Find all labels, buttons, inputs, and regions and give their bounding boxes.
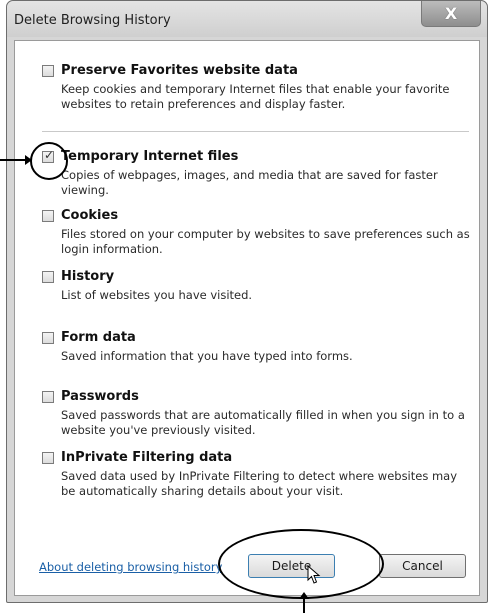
- option-preserve-favorites: Preserve Favorites website data Keep coo…: [42, 63, 471, 123]
- option-label: InPrivate Filtering data: [61, 450, 233, 465]
- option-history: History List of websites you have visite…: [42, 269, 471, 314]
- annotation-circle: [30, 142, 68, 180]
- close-icon: X: [444, 4, 458, 23]
- about-deleting-history-link[interactable]: About deleting browsing history: [39, 560, 222, 574]
- option-description: Saved passwords that are automatically f…: [61, 408, 465, 437]
- dialog-title: Delete Browsing History: [14, 13, 171, 28]
- annotation-arrow-right: [0, 155, 32, 165]
- option-passwords: Passwords Saved passwords that are autom…: [42, 389, 471, 449]
- option-description: Files stored on your computer by website…: [61, 227, 470, 256]
- checkbox-history[interactable]: [42, 271, 54, 283]
- pointer-cursor-icon: [307, 565, 321, 584]
- delete-browsing-history-dialog: Delete Browsing History X Preserve Favor…: [0, 0, 488, 613]
- checkbox-inprivate-filtering[interactable]: [42, 452, 54, 464]
- option-temporary-internet-files: ✓ Temporary Internet files Copies of web…: [42, 148, 471, 209]
- annotation-ellipse: [218, 529, 384, 599]
- option-inprivate-filtering: InPrivate Filtering data Saved data used…: [42, 450, 471, 510]
- option-label: Cookies: [61, 208, 119, 223]
- checkbox-preserve-favorites[interactable]: [42, 65, 54, 77]
- option-label: Passwords: [61, 389, 139, 404]
- option-description: Saved information that you have typed in…: [61, 349, 353, 363]
- option-description: List of websites you have visited.: [61, 288, 253, 302]
- option-description: Saved data used by InPrivate Filtering t…: [61, 469, 458, 498]
- option-form-data: Form data Saved information that you hav…: [42, 330, 471, 375]
- separator: [42, 131, 469, 132]
- checkbox-passwords[interactable]: [42, 391, 54, 403]
- cancel-button[interactable]: Cancel: [379, 554, 466, 578]
- title-bar: Delete Browsing History X: [7, 1, 487, 37]
- option-label: Preserve Favorites website data: [61, 63, 298, 78]
- option-description: Keep cookies and temporary Internet file…: [61, 82, 450, 111]
- dialog-content: Preserve Favorites website data Keep coo…: [0, 40, 480, 613]
- checkbox-form-data[interactable]: [42, 332, 54, 344]
- close-button[interactable]: X: [421, 1, 481, 27]
- option-cookies: Cookies Files stored on your computer by…: [42, 208, 471, 268]
- checkbox-cookies[interactable]: [42, 210, 54, 222]
- option-label: Form data: [61, 330, 136, 345]
- option-label: History: [61, 269, 115, 284]
- option-label: Temporary Internet files: [61, 149, 239, 164]
- option-description: Copies of webpages, images, and media th…: [61, 168, 438, 197]
